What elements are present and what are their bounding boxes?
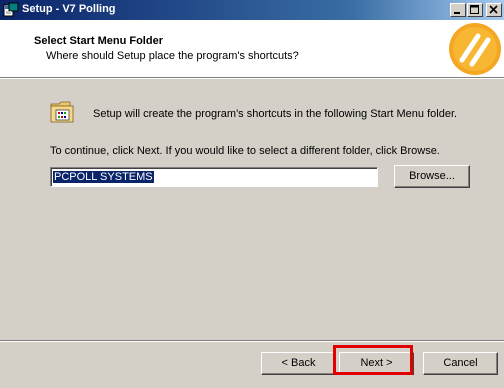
intro-text: Setup will create the program's shortcut… [93,108,458,120]
folder-input-value: PCPOLL SYSTEMS [53,171,154,183]
start-menu-folder-input[interactable]: PCPOLL SYSTEMS [50,167,378,187]
setup-installer-icon [3,2,19,17]
close-button[interactable] [486,3,502,17]
minimize-icon [454,12,460,14]
header-divider [0,77,504,79]
maximize-icon [470,5,479,14]
minimize-button[interactable] [450,3,466,17]
maximize-button[interactable] [467,3,483,17]
continue-text: To continue, click Next. If you would li… [50,145,440,157]
next-button[interactable]: Next > [339,352,414,375]
close-icon [489,5,498,14]
page-title: Select Start Menu Folder [34,35,163,47]
window-title: Setup - V7 Polling [22,3,116,15]
setup-window: Setup - V7 Polling Select Start Menu Fol… [0,0,504,388]
yellow-circle-logo [449,23,501,75]
page-subtitle: Where should Setup place the program's s… [46,50,299,62]
wizard-header: Select Start Menu Folder Where should Se… [0,20,504,77]
start-menu-folder-icon [50,101,74,123]
browse-button[interactable]: Browse... [394,165,470,188]
title-bar[interactable]: Setup - V7 Polling [0,0,504,20]
back-button[interactable]: < Back [261,352,336,375]
cancel-button[interactable]: Cancel [423,352,498,375]
footer-divider [0,340,504,342]
